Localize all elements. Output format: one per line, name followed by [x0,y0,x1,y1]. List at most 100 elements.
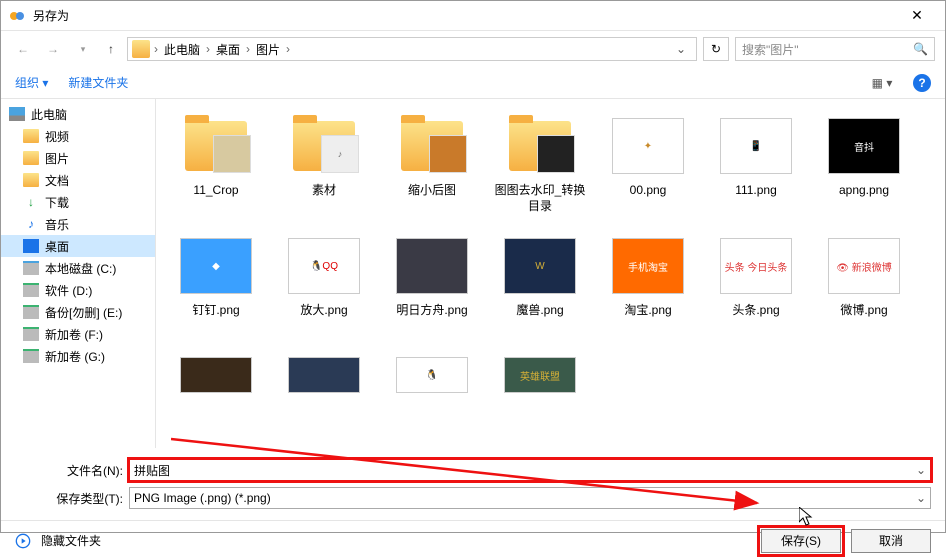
file-label: 钉钉.png [192,303,239,319]
sidebar-item[interactable]: 视频 [1,125,155,147]
sidebar-item[interactable]: 备份[勿删] (E:) [1,301,155,323]
file-thumbnail [180,113,252,179]
sidebar-item-label: 本地磁盘 (C:) [45,260,116,277]
sidebar-item-label: 新加卷 (G:) [45,348,105,365]
breadcrumb-seg[interactable]: 此电脑 [158,41,206,58]
file-item[interactable]: 🐧 [378,349,486,397]
view-options-button[interactable]: ▦ ▾ [871,74,893,92]
file-thumbnail [504,113,576,179]
file-label: 00.png [630,183,667,199]
cancel-button[interactable]: 取消 [851,529,931,553]
chevron-right-icon: › [286,42,290,56]
folder-icon [132,40,150,58]
close-button[interactable]: ✕ [897,7,937,24]
file-item[interactable]: ◆钉钉.png [162,229,270,349]
file-thumbnail: 音抖 [828,113,900,179]
file-label: 微博.png [840,303,887,319]
sidebar-item-label: 桌面 [45,238,69,255]
file-thumbnail: 👁 新浪微博 [828,233,900,299]
file-thumbnail: ✦ [612,113,684,179]
recent-dropdown[interactable]: ▾ [71,37,95,61]
file-thumbnail [396,233,468,299]
addressbar[interactable]: › 此电脑 › 桌面 › 图片 › ⌄ [127,37,697,61]
file-item[interactable] [270,349,378,397]
search-placeholder: 搜索"图片" [742,41,799,58]
file-item[interactable]: 头条 今日头条头条.png [702,229,810,349]
sidebar-item[interactable]: 新加卷 (F:) [1,323,155,345]
file-pane[interactable]: 11_Crop♪素材缩小后图图图去水印_转换目录✦00.png📱111.png音… [156,99,945,448]
toolbar: 组织 ▾ 新建文件夹 ▦ ▾ ? [1,67,945,99]
folder-icon [23,151,39,165]
search-input[interactable]: 搜索"图片" 🔍 [735,37,935,61]
sidebar-item[interactable]: 新加卷 (G:) [1,345,155,367]
file-item[interactable]: 👁 新浪微博微博.png [810,229,918,349]
app-icon [9,8,25,24]
sidebar-item-label: 图片 [45,150,69,167]
file-thumbnail: 英雄联盟 [504,353,576,397]
disclosure-icon[interactable] [15,533,31,549]
folder-icon [23,129,39,143]
file-item[interactable]: ♪ 素材 [270,109,378,229]
file-item[interactable]: 英雄联盟 [486,349,594,397]
file-item[interactable]: 音抖 apng.png [810,109,918,229]
drive-g-icon [23,283,39,297]
file-label: 素材 [312,183,336,199]
file-thumbnail: ♪ [288,113,360,179]
file-item[interactable]: 🐧QQ放大.png [270,229,378,349]
file-thumbnail: 手机淘宝 [612,233,684,299]
forward-button: → [41,37,65,61]
file-thumbnail [180,353,252,397]
sidebar-item-label: 下载 [45,194,69,211]
address-dropdown-icon[interactable]: ⌄ [670,42,692,56]
file-item[interactable]: W魔兽.png [486,229,594,349]
organize-menu[interactable]: 组织 ▾ [15,74,48,91]
file-item[interactable] [162,349,270,397]
file-item[interactable]: 手机淘宝淘宝.png [594,229,702,349]
save-button[interactable]: 保存(S) [761,529,841,553]
file-item[interactable]: 11_Crop [162,109,270,229]
file-item[interactable]: 缩小后图 [378,109,486,229]
breadcrumb-seg[interactable]: 桌面 [210,41,246,58]
music-icon: ♪ [23,217,39,231]
help-button[interactable]: ? [913,74,931,92]
sidebar-item[interactable]: 图片 [1,147,155,169]
breadcrumb-seg[interactable]: 图片 [250,41,286,58]
file-label: apng.png [839,183,889,199]
desk-icon [23,239,39,253]
sidebar-item-label: 新加卷 (F:) [45,326,103,343]
file-label: 图图去水印_转换目录 [490,183,590,214]
chevron-down-icon[interactable]: ⌄ [916,463,926,477]
filename-label: 文件名(N): [15,462,123,479]
up-button[interactable]: ↑ [101,39,121,59]
window-title: 另存为 [33,7,897,24]
hide-folders-link[interactable]: 隐藏文件夹 [41,532,101,549]
file-item[interactable]: 📱111.png [702,109,810,229]
new-folder-button[interactable]: 新建文件夹 [68,74,128,91]
drive-g-icon [23,327,39,341]
sidebar-item[interactable]: 此电脑 [1,103,155,125]
back-button[interactable]: ← [11,37,35,61]
file-thumbnail: 头条 今日头条 [720,233,792,299]
drive-g-icon [23,349,39,363]
file-item[interactable]: 明日方舟.png [378,229,486,349]
footer: 隐藏文件夹 保存(S) 取消 [1,520,945,560]
file-thumbnail: 📱 [720,113,792,179]
filetype-combo[interactable]: PNG Image (.png) (*.png) ⌄ [129,487,931,509]
pc-icon [9,107,25,121]
sidebar-item[interactable]: 桌面 [1,235,155,257]
file-thumbnail: 🐧QQ [288,233,360,299]
drive-icon [23,261,39,275]
filename-input[interactable]: 拼贴图 ⌄ [129,459,931,481]
file-item[interactable]: ✦ 00.png [594,109,702,229]
file-thumbnail: W [504,233,576,299]
sidebar-item[interactable]: ↓下载 [1,191,155,213]
file-label: 缩小后图 [408,183,456,199]
refresh-button[interactable]: ↻ [703,37,729,61]
sidebar-item[interactable]: 软件 (D:) [1,279,155,301]
search-icon: 🔍 [913,42,928,56]
sidebar-item[interactable]: 本地磁盘 (C:) [1,257,155,279]
form-area: 文件名(N): 拼贴图 ⌄ 保存类型(T): PNG Image (.png) … [1,448,945,516]
sidebar-item[interactable]: ♪音乐 [1,213,155,235]
file-item[interactable]: 图图去水印_转换目录 [486,109,594,229]
sidebar-item[interactable]: 文档 [1,169,155,191]
